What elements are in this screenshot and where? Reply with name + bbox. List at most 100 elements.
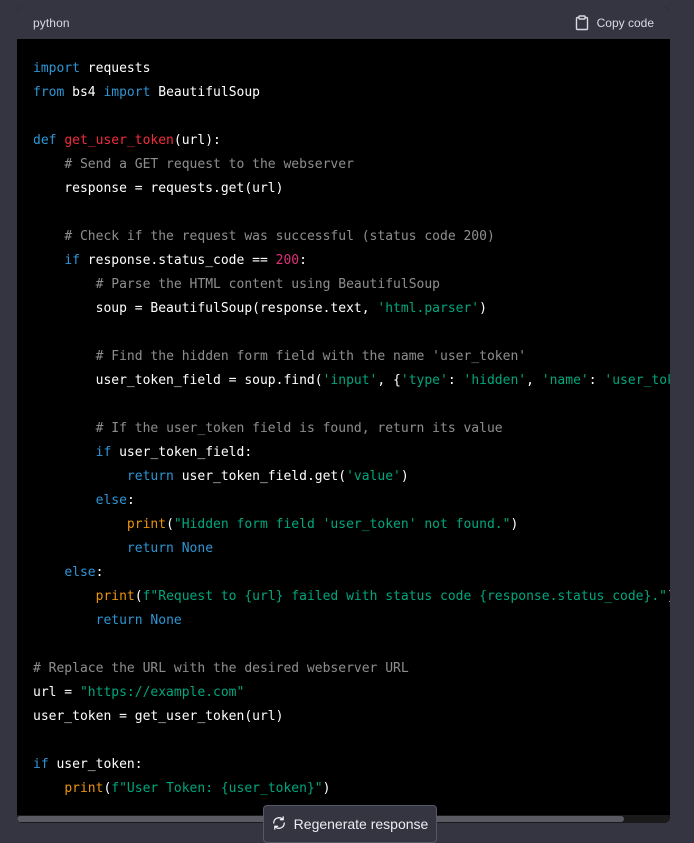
code-line: if response.status_code == 200: [33, 249, 670, 273]
code-token: ) [667, 589, 670, 604]
code-token: # Find the hidden form field with the na… [95, 349, 527, 364]
code-token: print [64, 781, 104, 796]
code-line: print(f"Request to {url} failed with sta… [33, 585, 670, 609]
code-line: user_token_field = soup.find('input', {'… [33, 369, 670, 393]
code-token: ) [479, 301, 487, 316]
code-token: user_token_field.get( [173, 469, 347, 484]
code-token: 'value' [346, 469, 401, 484]
code-line: # If the user_token field is found, retu… [33, 417, 670, 441]
code-token: f"Request to {url} failed with status co… [142, 589, 667, 604]
code-line: response = requests.get(url) [33, 177, 670, 201]
code-token: user_token: [48, 757, 143, 772]
code-block-header: python Copy code [17, 7, 670, 39]
refresh-icon [272, 815, 286, 833]
copy-code-button[interactable]: Copy code [575, 15, 654, 31]
code-token: import [33, 61, 80, 76]
code-token: "Hidden form field 'user_token' not foun… [173, 517, 511, 532]
code-token: requests [79, 61, 151, 76]
code-token: # If the user_token field is found, retu… [95, 421, 503, 436]
code-line: # Parse the HTML content using Beautiful… [33, 273, 670, 297]
clipboard-icon [575, 15, 589, 31]
code-token: user_token = get_user_token(url) [33, 709, 284, 724]
code-line: import requests [33, 57, 670, 81]
code-token: if [95, 445, 112, 460]
code-token: 'hidden' [463, 373, 527, 388]
code-token: url = [33, 685, 80, 700]
code-token: "https://example.com" [79, 685, 245, 700]
code-line: # Send a GET request to the webserver [33, 153, 670, 177]
code-line: if user_token: [33, 753, 670, 777]
copy-code-label: Copy code [596, 16, 654, 30]
code-token: f"User Token: {user_token}" [111, 781, 323, 796]
code-line: url = "https://example.com" [33, 681, 670, 705]
code-line: return None [33, 609, 670, 633]
code-token: , { [377, 373, 401, 388]
code-line: print("Hidden form field 'user_token' no… [33, 513, 670, 537]
code-token: else [95, 493, 127, 508]
code-token: else [64, 565, 96, 580]
code-token: bs4 [64, 85, 104, 100]
code-token: from [33, 85, 65, 100]
code-token: ( [166, 517, 174, 532]
code-line: user_token = get_user_token(url) [33, 705, 670, 729]
code-line: def get_user_token(url): [33, 129, 670, 153]
code-line: return None [33, 537, 670, 561]
code-token: BeautifulSoup [150, 85, 260, 100]
code-token: response.status_code == [79, 253, 276, 268]
code-token: import [103, 85, 151, 100]
code-token: : [299, 253, 307, 268]
code-token: : [95, 565, 104, 580]
code-token: soup = BeautifulSoup(response.text, [33, 301, 378, 316]
code-token: return [126, 541, 174, 556]
code-token: ) [510, 517, 519, 532]
code-token: : [447, 373, 464, 388]
code-token: ( [134, 589, 143, 604]
code-token: : [588, 373, 605, 388]
language-label: python [33, 16, 70, 30]
code-line: else: [33, 561, 670, 585]
regenerate-response-button[interactable]: Regenerate response [263, 805, 437, 843]
code-token: ) [322, 781, 331, 796]
code-token: 'type' [400, 373, 448, 388]
code-token: if [64, 253, 80, 268]
code-token: # Send a GET request to the webserver [64, 157, 354, 172]
code-token: , [526, 373, 542, 388]
code-line: from bs4 import BeautifulSoup [33, 81, 670, 105]
code-token: if [33, 757, 49, 772]
code-token: return [126, 469, 174, 484]
code-token: None [150, 613, 182, 628]
code-token: 'input' [322, 373, 378, 388]
code-line: return user_token_field.get('value') [33, 465, 670, 489]
code-line: soup = BeautifulSoup(response.text, 'htm… [33, 297, 670, 321]
code-token: return [95, 613, 143, 628]
code-token: # Check if the request was successful (s… [64, 229, 495, 244]
code-token: response = requests.get(url) [33, 181, 284, 196]
code-token: user_token_field: [111, 445, 253, 460]
code-token: 'user_token' [604, 373, 670, 388]
code-line: else: [33, 489, 670, 513]
code-token: None [181, 541, 214, 556]
code-block: python Copy code import requests from bs4… [17, 7, 670, 823]
code-token: def [33, 133, 57, 148]
code-token: print [126, 517, 167, 532]
